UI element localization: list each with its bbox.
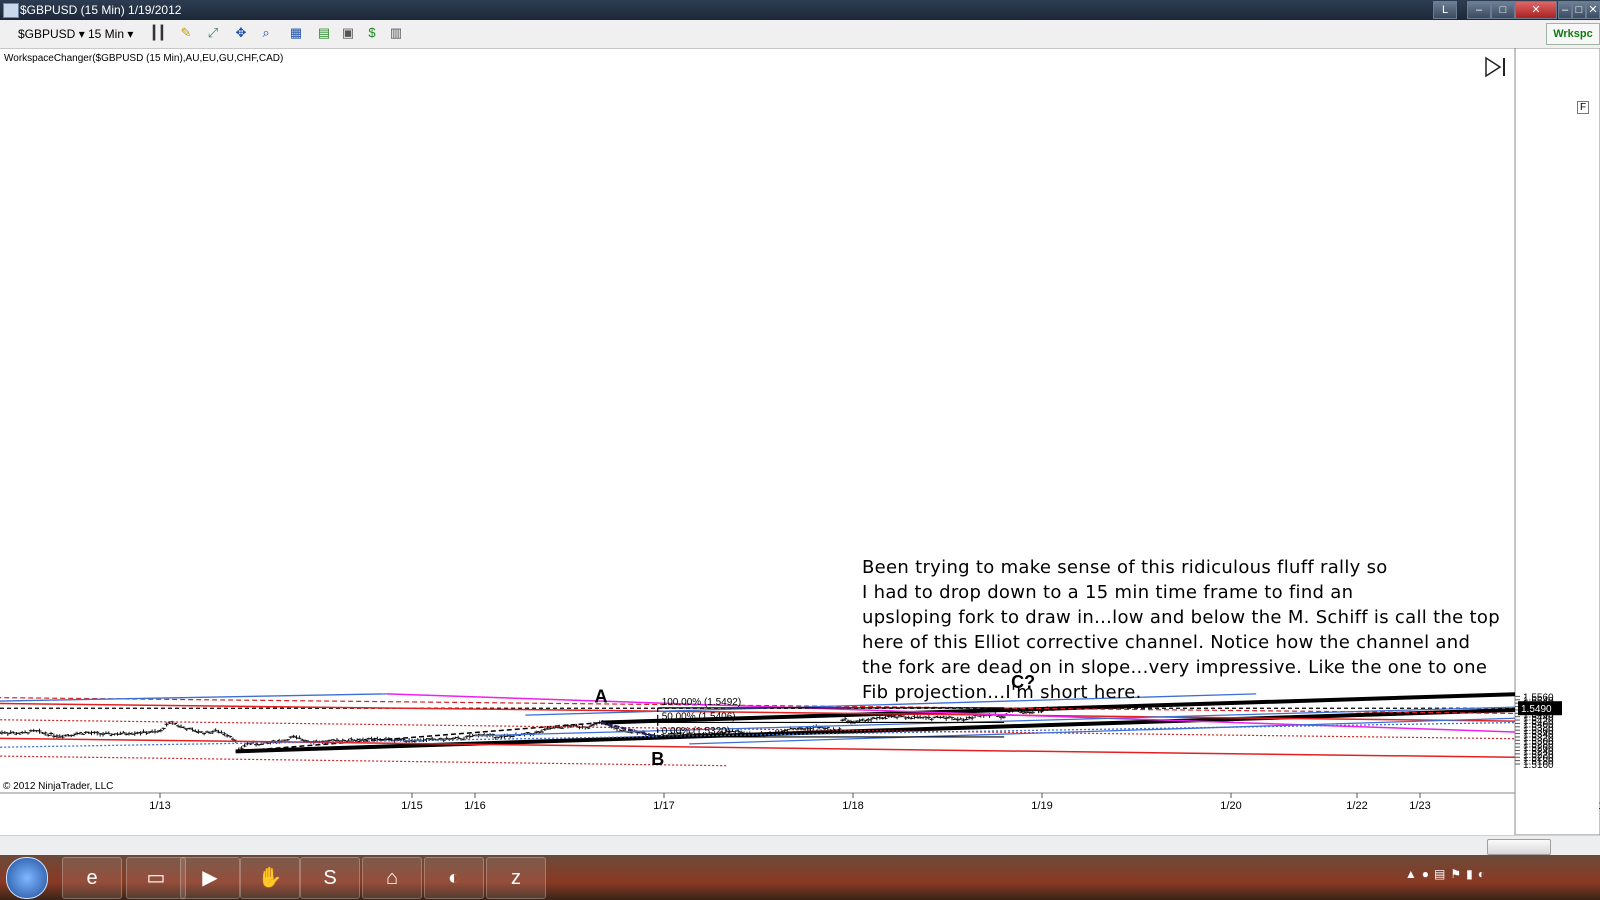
chart-toolbar: $GBPUSD ▾ 15 Min ▾ ┃┃ ✎ ⤢ ✥ ⌕ ▦ ▤ ▣ $ ▥ … [0,20,1600,49]
restore-button[interactable]: □ [1491,1,1515,19]
current-price-label: 1.5490 [1521,704,1552,715]
blue-line-top [0,693,387,702]
fib-level-label: 0.00% (1.5320) [662,726,730,737]
time-tick-label: 1/13 [149,800,170,812]
window-titlebar: $GBPUSD (15 Min) 1/19/2012 L – □ ✕ – □ ✕ [0,0,1600,20]
fib-level-label: 50.00% (1.5406) [662,711,736,722]
time-tick-label: 1/19 [1031,800,1052,812]
network-icon[interactable]: ⌂ [362,857,422,899]
skip-to-end-icon [1485,56,1502,78]
time-tick-label: 1/20 [1220,800,1241,812]
price-tick-label: 1.5160 [1523,760,1554,771]
folder-icon[interactable]: ▭ [126,857,186,899]
start-button[interactable] [6,857,48,899]
pane-minimize-button[interactable]: – [1558,1,1572,19]
time-tick-label: 1/18 [842,800,863,812]
zoom-icon[interactable]: ⌕ [258,25,274,41]
media-player-icon[interactable]: ▶ [180,857,240,899]
system-tray[interactable]: ▲●▤⚑▮◐ [1405,867,1490,881]
window-title: $GBPUSD (15 Min) 1/19/2012 [20,3,182,17]
instrument-label: $GBPUSD [18,27,76,41]
skype-icon[interactable]: S [300,857,360,899]
interval-label: 15 Min [88,27,125,41]
chevron-down-icon: ▾ [127,27,134,41]
pencil-icon[interactable]: ✎ [178,25,194,41]
time-tick-label: 1/15 [401,800,422,812]
time-tick-label: 1/16 [464,800,485,812]
time-tick-label: 1/22 [1346,800,1367,812]
link-button[interactable]: L [1433,1,1457,19]
collapse-toggle[interactable]: F [1577,101,1589,114]
pane-close-button[interactable]: ✕ [1586,1,1600,19]
fib-level-label: 100.00% (1.5492) [662,697,742,708]
copyright-label: © 2012 NinjaTrader, LLC [3,781,114,792]
close-button[interactable]: ✕ [1515,1,1557,19]
scroll-thumb[interactable] [1487,839,1551,855]
drawing-tools-icon[interactable]: ⤢ [205,25,221,41]
hand-icon[interactable]: ✋ [240,857,300,899]
minimize-button[interactable]: – [1467,1,1491,19]
panel-icon[interactable]: ▥ [388,25,404,41]
pane-restore-button[interactable]: □ [1572,1,1586,19]
price-chart[interactable]: 1.55601.55401.55201.55001.54801.54601.54… [0,48,1600,835]
chart-properties-icon[interactable]: ▦ [288,25,304,41]
strategy-icon[interactable]: ▤ [316,25,332,41]
wave-label: A [595,687,608,707]
order-entry-icon[interactable]: $ [364,25,380,41]
chart-area[interactable]: 1.55601.55401.55201.55001.54801.54601.54… [0,48,1600,835]
app-icon [3,3,19,18]
bar-style-icon[interactable]: ┃┃ [150,25,166,41]
time-tick-label: 1/17 [653,800,674,812]
wave-label: B [651,749,664,769]
annotation-text: Been trying to make sense of this ridicu… [862,557,1500,703]
ninjatrader-icon[interactable]: ◐ [424,857,484,899]
instrument-selector[interactable]: $GBPUSD ▾ [18,25,85,43]
interval-selector[interactable]: 15 Min ▾ [88,25,133,43]
time-tick-label: 1/23 [1409,800,1430,812]
indicator-label: WorkspaceChanger($GBPUSD (15 Min),AU,EU,… [4,53,284,64]
chevron-down-icon: ▾ [78,27,85,41]
data-box-icon[interactable]: ▣ [340,25,356,41]
abc-leg-b [600,721,659,739]
windows-taskbar: e ▭ ▶ ✋ S ⌂ ◐ z ▲●▤⚑▮◐ [0,855,1600,900]
red-dot-low [0,755,728,767]
horizontal-scrollbar[interactable] [0,835,1600,856]
red-channel-low [0,737,1515,759]
crosshair-icon[interactable]: ✥ [233,25,249,41]
ie-icon[interactable]: e [62,857,122,899]
workspace-button[interactable]: Wrkspc [1546,23,1600,45]
app-z-icon[interactable]: z [486,857,546,899]
